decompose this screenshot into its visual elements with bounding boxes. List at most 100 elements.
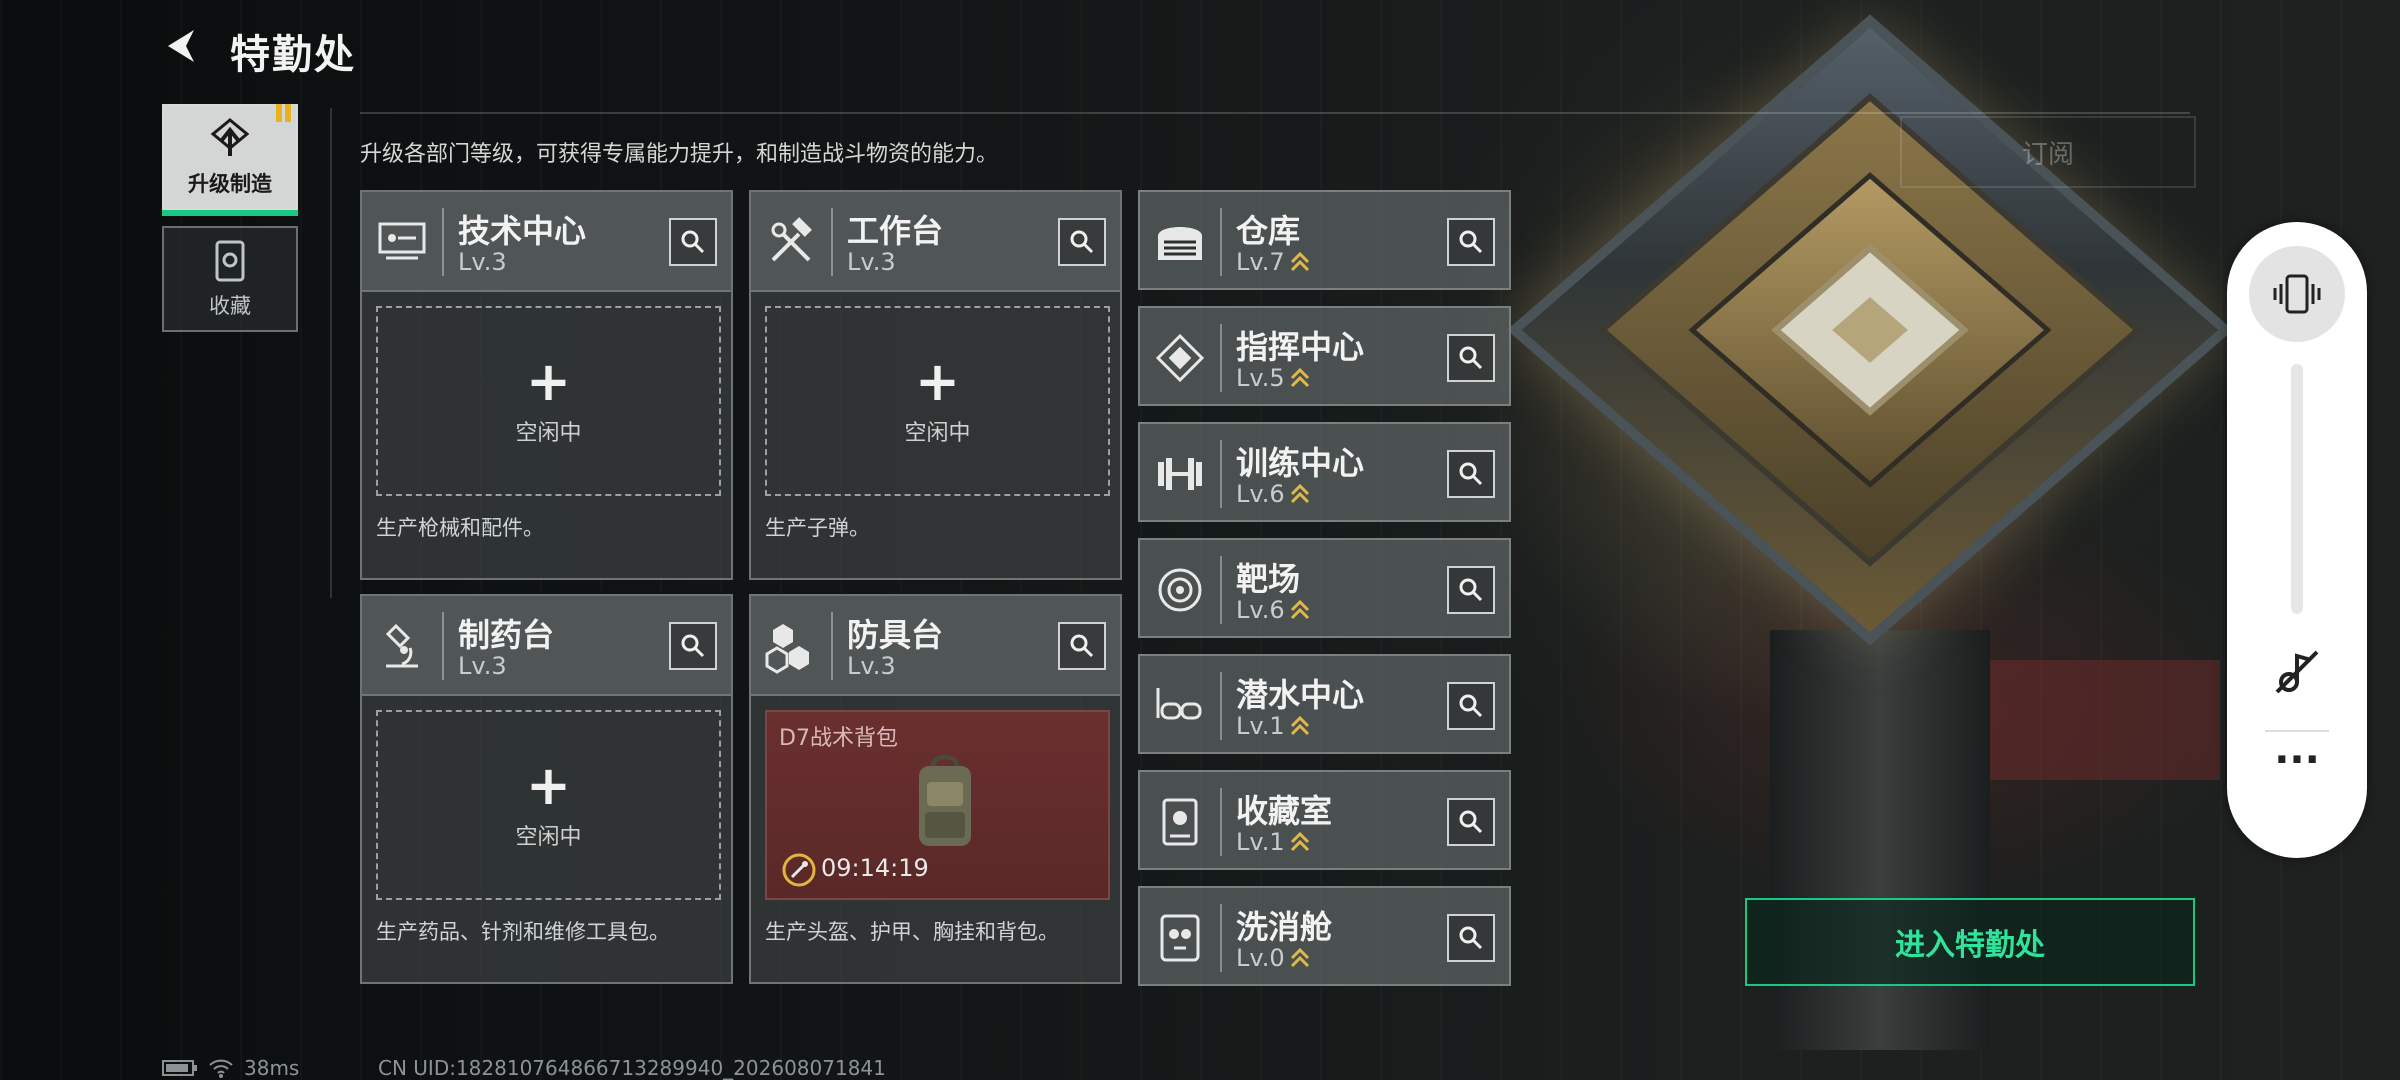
inspect-button[interactable] [669,622,717,670]
inspect-button[interactable] [1447,218,1495,266]
level-up-chevron-icon [1290,947,1309,968]
backpack-icon [919,754,971,846]
chip-icon [1155,333,1205,383]
dept-card-tech-center: 技术中心 Lv.3 + 空闲中 生产枪械和配件。 [360,190,733,580]
magnifier-icon [1070,230,1094,254]
add-plus-icon: + [525,350,572,413]
facility-training-center[interactable]: 训练中心 Lv.6 [1138,422,1511,522]
crafting-slot[interactable]: D7战术背包 09:14:19 [765,710,1110,900]
magnifier-icon [1459,578,1483,602]
facility-level-row: Lv.0 [1236,944,1311,972]
facility-level: Lv.1 [1236,712,1285,740]
dept-name: 防具台 [847,616,944,654]
dept-footer: 生产子弹。 [765,516,870,540]
dept-header[interactable]: 工作台 Lv.3 [751,192,1120,292]
overlay-divider [2265,730,2329,732]
hammer-wrench-icon [771,217,812,262]
dept-level: Lv.3 [847,652,896,680]
facility-name: 潜水中心 [1236,676,1365,714]
vibrate-toggle[interactable] [2249,246,2345,342]
facility-level: Lv.6 [1236,480,1285,508]
production-slot[interactable]: + 空闲中 [376,306,721,496]
inspect-button[interactable] [1058,622,1106,670]
dept-separator [1220,672,1222,740]
facility-level-row: Lv.1 [1236,712,1311,740]
dept-card-workbench: 工作台 Lv.3 + 空闲中 生产子弹。 [749,190,1122,580]
inspect-button[interactable] [1058,218,1106,266]
dept-name: 工作台 [847,212,944,250]
dept-footer: 生产枪械和配件。 [376,516,544,540]
inspect-button[interactable] [1447,450,1495,498]
magnifier-icon [1070,634,1094,658]
facility-decon-chamber[interactable]: 洗消舱 Lv.0 [1138,886,1511,986]
inspect-button[interactable] [1447,334,1495,382]
magnifier-icon [1459,230,1483,254]
production-slot[interactable]: + 空闲中 [765,306,1110,496]
facility-level-row: Lv.6 [1236,596,1311,624]
tab-notice-flag [276,104,294,122]
production-slot[interactable]: + 空闲中 [376,710,721,900]
cube-pillar [1770,630,1990,1050]
dept-name: 技术中心 [458,212,587,250]
dept-separator [1220,208,1222,276]
cube-body [1506,14,2234,646]
dept-separator [1220,556,1222,624]
battery-icon [162,1060,197,1076]
inspect-button[interactable] [1447,798,1495,846]
microscope-icon [385,623,418,668]
craft-timer: 09:14:19 [821,854,929,882]
page-title: 特勤处 [230,32,356,78]
slot-status: 空闲中 [515,421,582,446]
magnifier-icon [1459,810,1483,834]
network-status: 38ms [162,1056,299,1080]
dept-separator [1220,324,1222,392]
enter-special-ops-button[interactable]: 进入特勤处 [1745,898,2195,986]
add-plus-icon: + [525,754,572,817]
section-description: 升级各部门等级，可获得专属能力提升，和制造战斗物资的能力。 [360,142,999,167]
level-up-chevron-icon [1290,367,1309,388]
goggles-icon [1156,688,1202,720]
dept-card-pharmacy: 制药台 Lv.3 + 空闲中 生产药品、针剂和维修工具包。 [360,594,733,984]
warehouse-icon [1158,227,1202,260]
facility-diving-center[interactable]: 潜水中心 Lv.1 [1138,654,1511,754]
tab-upgrade-craft[interactable]: 升级制造 [162,104,298,216]
facility-name: 收藏室 [1236,792,1333,830]
dept-separator [442,612,444,680]
dept-level: Lv.3 [847,248,896,276]
dept-separator [831,208,833,276]
level-up-chevron-icon [1290,251,1309,272]
dept-name: 制药台 [458,616,555,654]
volume-slider[interactable] [2291,364,2303,614]
subscribe-button[interactable]: 订阅 [1900,116,2196,188]
inspect-button[interactable] [669,218,717,266]
magnifier-icon [1459,346,1483,370]
facility-collection-room[interactable]: 收藏室 Lv.1 [1138,770,1511,870]
dept-header[interactable]: 防具台 Lv.3 [751,596,1120,696]
mute-ringer-icon[interactable] [2267,642,2327,702]
inspect-button[interactable] [1447,914,1495,962]
level-up-chevron-icon [1290,599,1309,620]
dept-level: Lv.3 [458,248,507,276]
slot-status: 空闲中 [904,421,971,446]
dept-header[interactable]: 技术中心 Lv.3 [362,192,731,292]
craft-item-name: D7战术背包 [779,726,898,751]
system-volume-overlay: ··· [2227,222,2367,858]
vibrate-icon [2273,274,2321,314]
inspect-button[interactable] [1447,682,1495,730]
facility-warehouse[interactable]: 仓库 Lv.7 [1138,190,1511,290]
facility-command-center[interactable]: 指挥中心 Lv.5 [1138,306,1511,406]
wifi-icon [209,1059,233,1078]
dept-separator [1220,904,1222,972]
facility-shooting-range[interactable]: 靶场 Lv.6 [1138,538,1511,638]
dept-separator [1220,788,1222,856]
more-options-button[interactable]: ··· [2261,740,2333,790]
facility-level-row: Lv.6 [1236,480,1311,508]
target-icon [1158,568,1202,612]
dept-footer: 生产药品、针剂和维修工具包。 [376,920,670,944]
tab-collection[interactable]: 收藏 [162,226,298,332]
back-button[interactable] [160,24,210,74]
facility-name: 靶场 [1236,560,1301,598]
dept-header[interactable]: 制药台 Lv.3 [362,596,731,696]
inspect-button[interactable] [1447,566,1495,614]
magnifier-icon [1459,926,1483,950]
